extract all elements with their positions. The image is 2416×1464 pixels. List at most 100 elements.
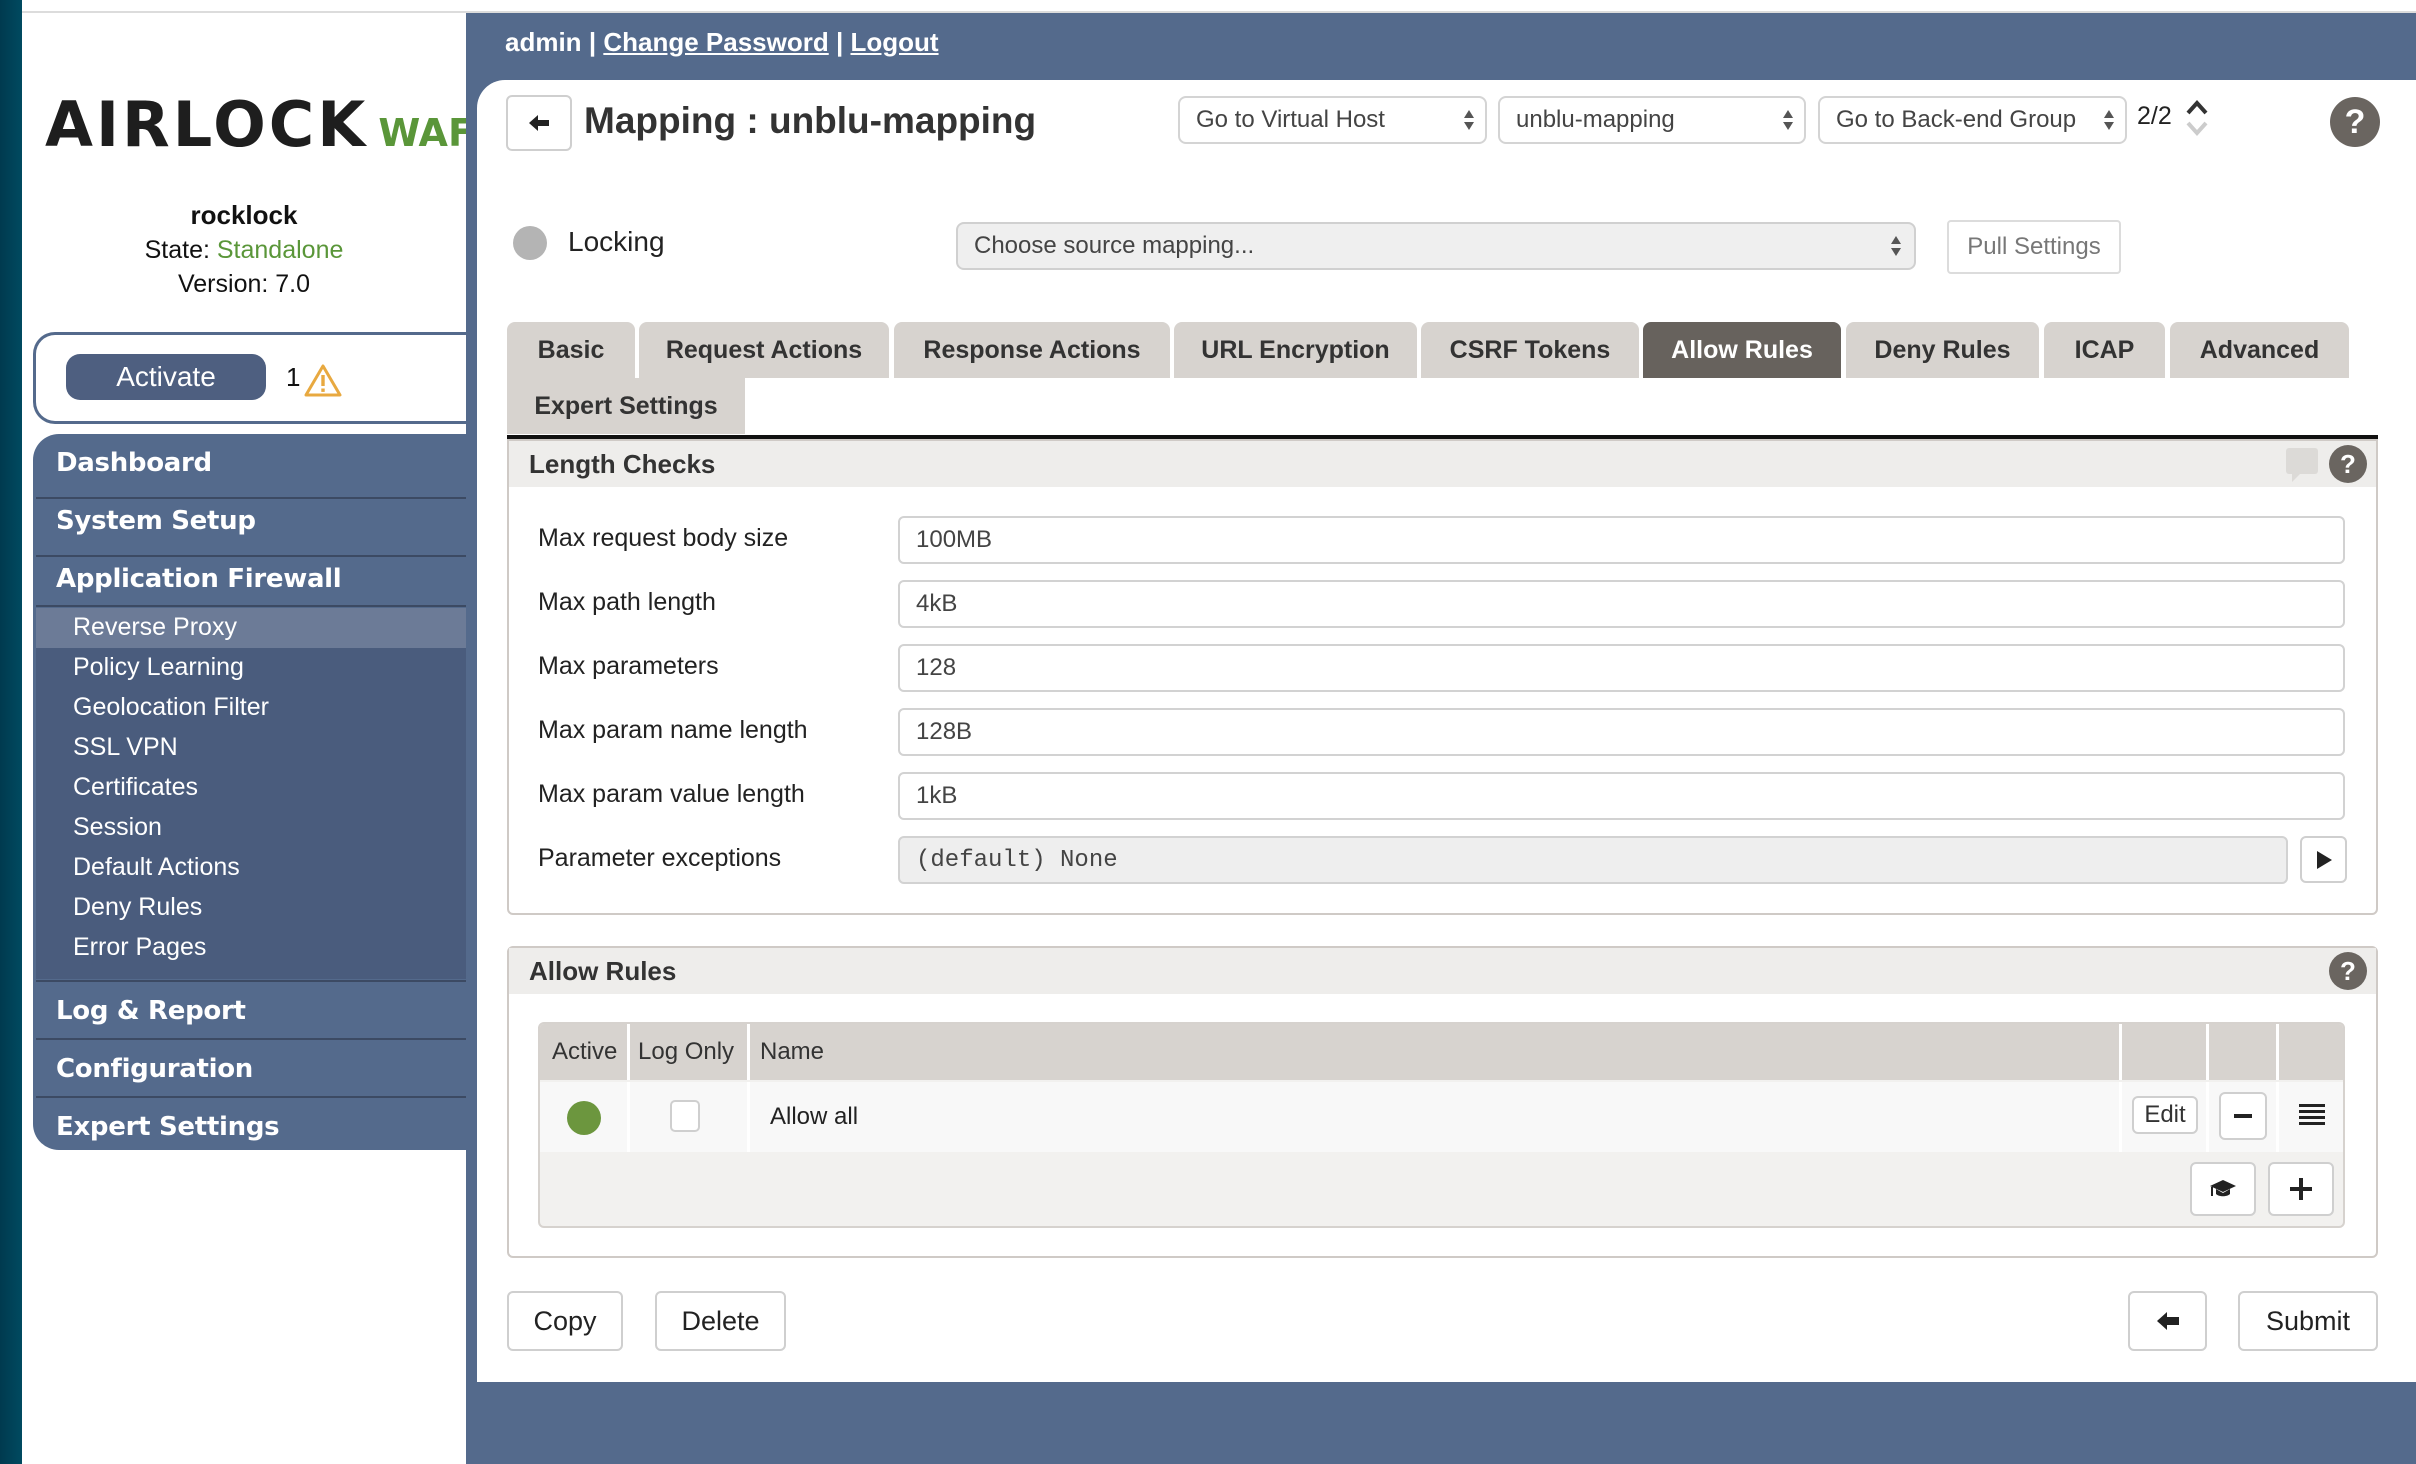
tab-allow-rules[interactable]: Allow Rules (1643, 322, 1841, 378)
state-value: Standalone (216, 236, 344, 264)
change-password-link[interactable]: Change Password (603, 27, 828, 57)
logo-main: AIRLOCK (45, 88, 369, 161)
length-checks-title: Length Checks (509, 441, 2376, 487)
log-only-checkbox[interactable] (670, 1100, 700, 1132)
select-arrows-icon (2104, 110, 2114, 130)
virtual-host-select-value: Go to Virtual Host (1196, 106, 1385, 133)
row-name: Allow all (750, 1082, 2122, 1152)
backend-group-select[interactable]: Go to Back-end Group (1818, 96, 2127, 144)
chevron-down-icon[interactable] (2186, 120, 2208, 138)
row-active-cell (540, 1082, 630, 1152)
graduation-cap-icon (2210, 1180, 2236, 1197)
tab-request-actions[interactable]: Request Actions (639, 322, 889, 378)
tab-deny-rules[interactable]: Deny Rules (1846, 322, 2039, 378)
subnav-error-pages[interactable]: Error Pages (36, 928, 466, 968)
nav-application-firewall[interactable]: Application Firewall (33, 550, 466, 608)
column-header-edit (2122, 1024, 2209, 1080)
main-nav: Dashboard System Setup Application Firew… (33, 434, 466, 1150)
select-arrows-icon (1783, 110, 1793, 130)
warning-count: 1 (286, 362, 301, 392)
row-drag-cell (2279, 1082, 2343, 1152)
field-label: Parameter exceptions (538, 844, 782, 872)
nav-log-report[interactable]: Log & Report (33, 982, 466, 1040)
max-param-value-length-input[interactable] (898, 772, 2345, 820)
arrow-left-icon (529, 115, 549, 131)
tab-expert-settings[interactable]: Expert Settings (507, 378, 745, 434)
remove-rule-button[interactable] (2219, 1092, 2267, 1140)
help-icon[interactable]: ? (2329, 445, 2367, 483)
user-bar-separator: | (835, 27, 844, 57)
source-mapping-placeholder: Choose source mapping... (974, 232, 1255, 259)
learning-wizard-button[interactable] (2190, 1162, 2256, 1216)
max-parameters-input[interactable] (898, 644, 2345, 692)
tab-advanced[interactable]: Advanced (2170, 322, 2349, 378)
subnav-ssl-vpn[interactable]: SSL VPN (36, 728, 466, 768)
submit-button[interactable]: Submit (2238, 1291, 2378, 1351)
column-header-delete (2209, 1024, 2279, 1080)
nav-dashboard[interactable]: Dashboard (33, 434, 466, 492)
add-rule-button[interactable] (2268, 1162, 2334, 1216)
select-arrows-icon (1891, 236, 1901, 256)
page-title: Mapping : unblu-mapping (584, 100, 1037, 141)
help-icon[interactable]: ? (2330, 97, 2380, 147)
active-status-indicator[interactable] (567, 1101, 601, 1135)
edit-rule-button[interactable]: Edit (2132, 1096, 2198, 1134)
nav-configuration[interactable]: Configuration (33, 1040, 466, 1098)
field-label: Max param name length (538, 716, 808, 744)
source-mapping-select[interactable]: Choose source mapping... (956, 222, 1916, 270)
nav-expert-settings[interactable]: Expert Settings (33, 1098, 466, 1150)
state-label: State: (144, 236, 210, 264)
max-path-length-input[interactable] (898, 580, 2345, 628)
subnav-certificates[interactable]: Certificates (36, 768, 466, 808)
arrow-left-icon (2156, 1312, 2179, 1330)
subnav-session[interactable]: Session (36, 808, 466, 848)
tab-url-encryption[interactable]: URL Encryption (1174, 322, 1417, 378)
plus-icon (2290, 1178, 2312, 1200)
comment-icon[interactable] (2284, 446, 2320, 484)
nav-system-setup[interactable]: System Setup (33, 492, 466, 550)
back-button[interactable] (506, 95, 572, 151)
row-edit-cell: Edit (2122, 1082, 2209, 1152)
minus-icon (2234, 1114, 2252, 1118)
host-name: rocklock (190, 200, 298, 230)
field-label: Max path length (538, 588, 716, 616)
drag-handle-icon[interactable] (2299, 1104, 2325, 1126)
tab-csrf-tokens[interactable]: CSRF Tokens (1421, 322, 1639, 378)
help-icon[interactable]: ? (2329, 952, 2367, 990)
expand-parameter-exceptions-button[interactable] (2300, 836, 2347, 883)
subnav-default-actions[interactable]: Default Actions (36, 848, 466, 888)
allow-rules-title: Allow Rules (509, 948, 2376, 994)
chevron-up-icon[interactable] (2186, 98, 2208, 116)
pull-settings-button[interactable]: Pull Settings (1947, 220, 2121, 274)
field-label: Max parameters (538, 652, 719, 680)
allow-rules-table: Active Log Only Name Allow all Edit (538, 1022, 2345, 1228)
tab-response-actions[interactable]: Response Actions (894, 322, 1170, 378)
parameter-exceptions-field[interactable] (898, 836, 2288, 884)
copy-button[interactable]: Copy (507, 1291, 623, 1351)
mapping-select[interactable]: unblu-mapping (1498, 96, 1806, 144)
subnav-deny-rules[interactable]: Deny Rules (36, 888, 466, 928)
logout-link[interactable]: Logout (850, 27, 938, 57)
column-header-order (2279, 1024, 2343, 1080)
warning-icon[interactable] (304, 363, 342, 397)
max-request-body-size-input[interactable] (898, 516, 2345, 564)
nav-divider (36, 605, 466, 607)
tab-icap[interactable]: ICAP (2044, 322, 2165, 378)
nav-submenu: Reverse Proxy Policy Learning Geolocatio… (36, 608, 466, 979)
virtual-host-select[interactable]: Go to Virtual Host (1178, 96, 1487, 144)
mapping-pager: 2/2 (2137, 102, 2172, 130)
activate-button[interactable]: Activate (66, 354, 266, 400)
column-header-log-only: Log Only (630, 1024, 750, 1080)
app-root: AIRLOCK WAF rocklock State: Standalone Ve… (0, 0, 2416, 1464)
subnav-geolocation-filter[interactable]: Geolocation Filter (36, 688, 466, 728)
tab-basic[interactable]: Basic (507, 322, 635, 378)
locking-label: Locking (568, 226, 665, 257)
delete-button[interactable]: Delete (655, 1291, 786, 1351)
back-bottom-button[interactable] (2128, 1291, 2207, 1351)
subnav-reverse-proxy[interactable]: Reverse Proxy (36, 608, 466, 648)
subnav-policy-learning[interactable]: Policy Learning (36, 648, 466, 688)
logo-suffix: WAF (378, 111, 474, 155)
play-icon (2316, 850, 2332, 869)
field-label: Max param value length (538, 780, 805, 808)
max-param-name-length-input[interactable] (898, 708, 2345, 756)
